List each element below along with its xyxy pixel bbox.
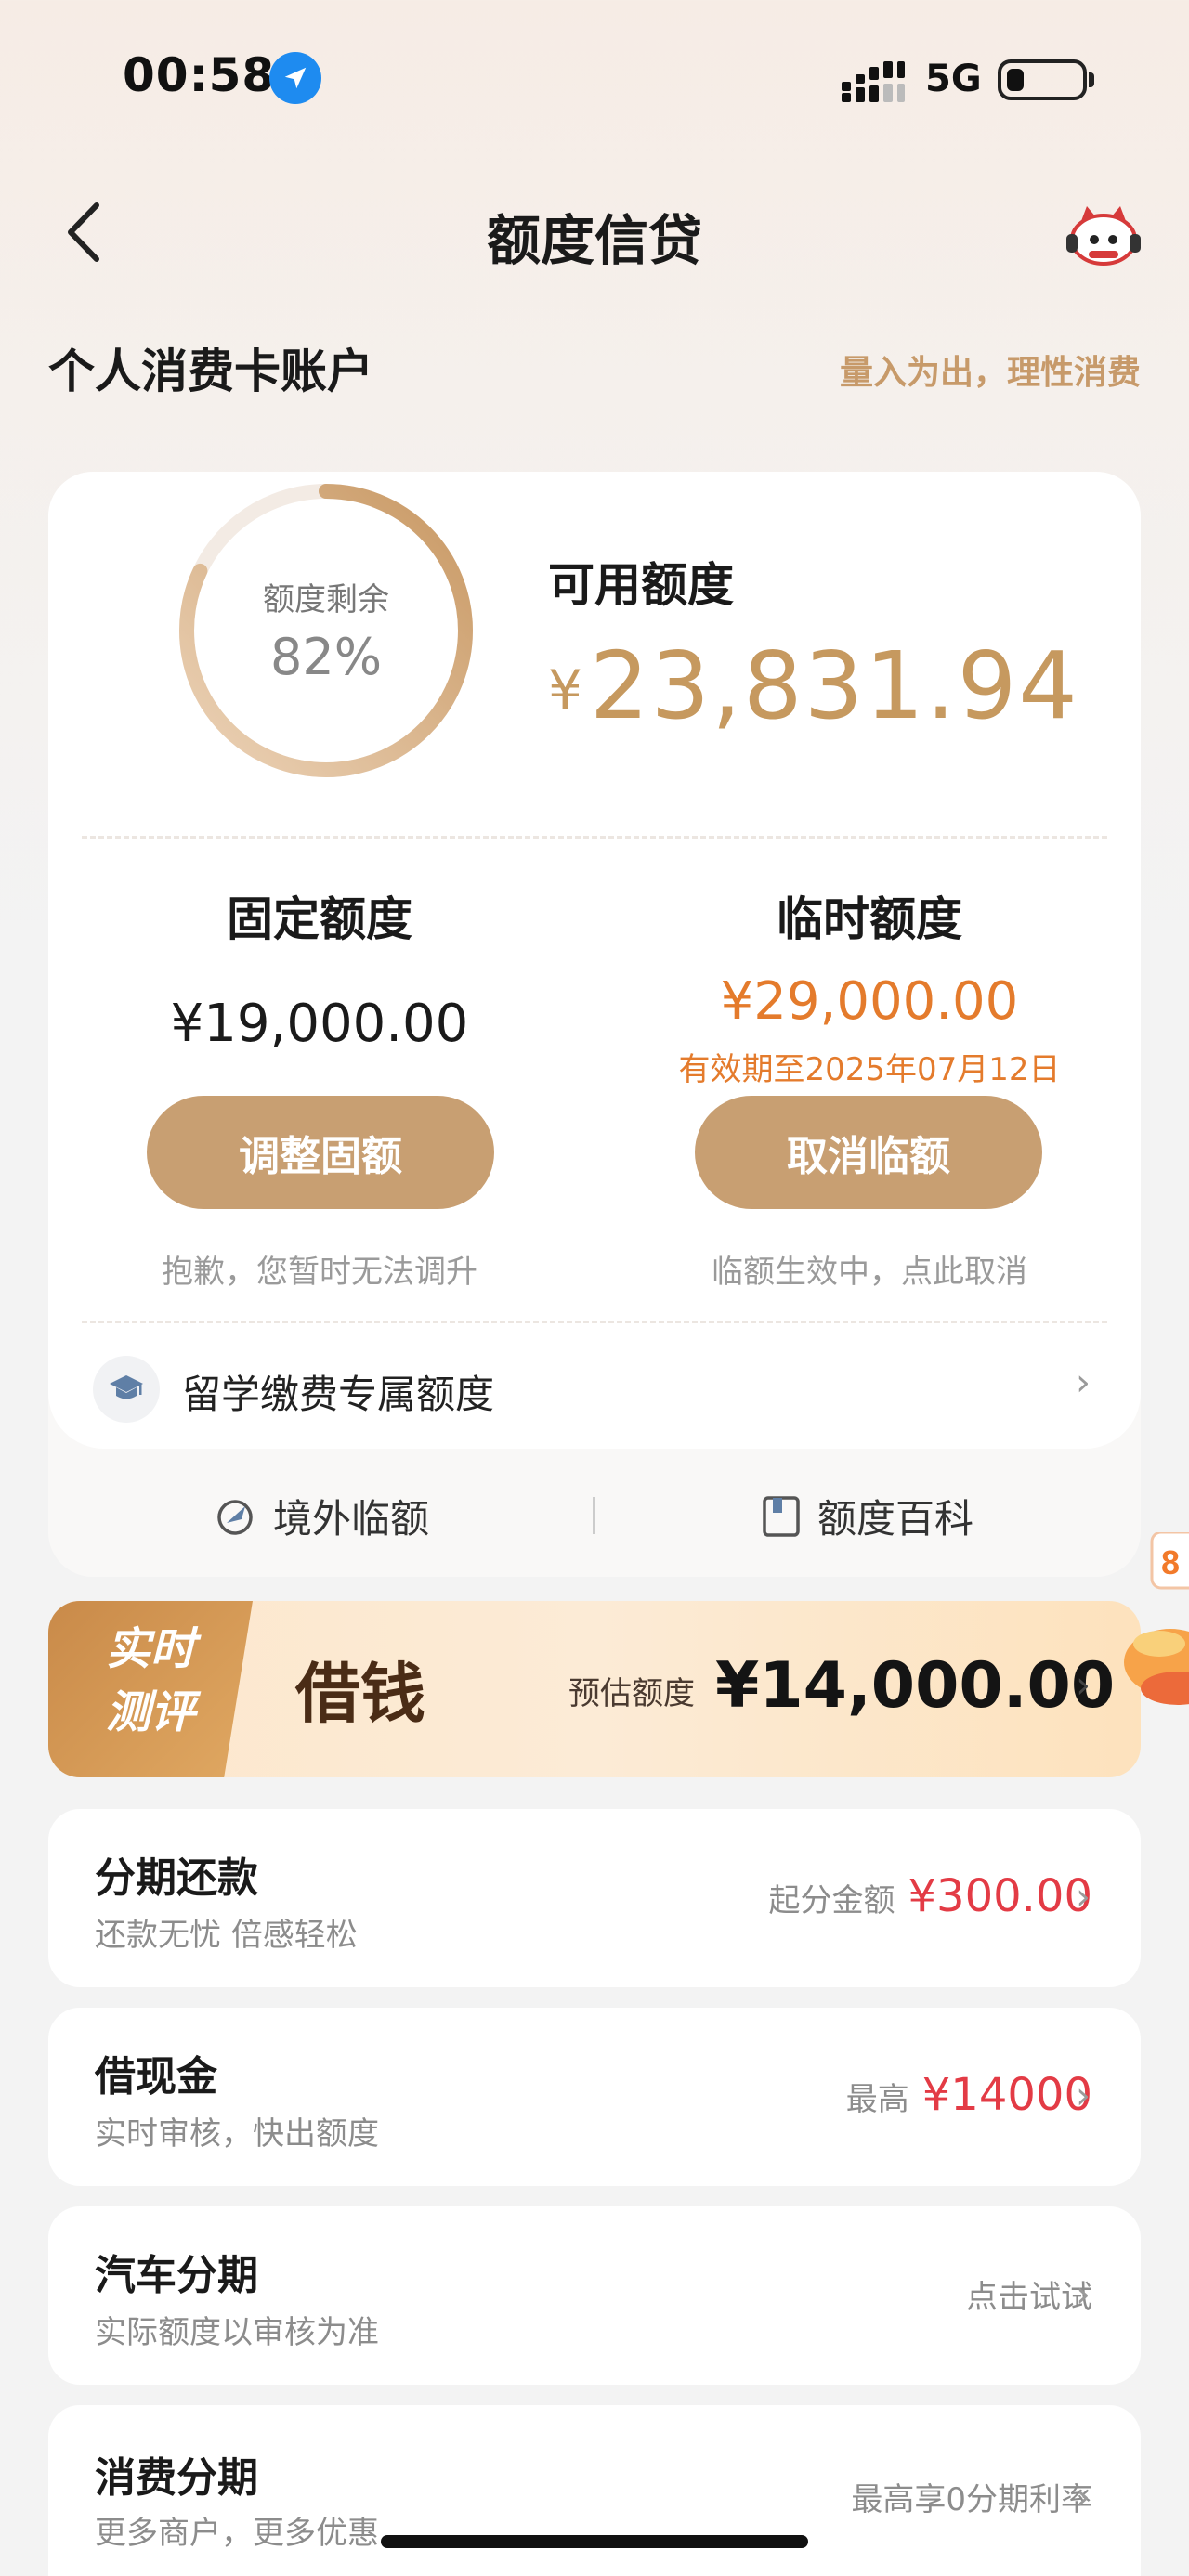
divider [82, 836, 1107, 839]
list-item-right-value: ¥300.00 [908, 1870, 1093, 1922]
battery-icon [998, 59, 1094, 100]
home-indicator[interactable] [381, 2535, 808, 2548]
list-item-right-label: 点击试试 [966, 2279, 1092, 2316]
signal-strength-icon [842, 61, 905, 102]
chevron-right-icon[interactable]: › [1076, 2273, 1091, 2316]
chevron-right-icon[interactable]: › [1076, 1664, 1091, 1707]
adjust-fixed-limit-button[interactable]: 调整固额 [147, 1096, 494, 1209]
estimate-label: 预估额度 [568, 1675, 695, 1712]
account-section-title: 个人消费卡账户 [48, 345, 373, 398]
list-item-subtitle: 还款无忧 倍感轻松 [95, 1917, 358, 1954]
temp-limit-hint[interactable]: 临额生效中，点此取消 [628, 1246, 1111, 1292]
available-limit-amount: ¥23,831.94 [548, 631, 1079, 740]
list-item-title: 汽车分期 [95, 2252, 258, 2299]
currency-symbol: ¥ [548, 658, 584, 722]
list-item-right: 点击试试 [966, 2271, 1092, 2317]
limit-wiki-label: 额度百科 [817, 1496, 974, 1542]
temp-limit-amount: ¥29,000.00 [720, 971, 1019, 1032]
study-abroad-limit-link[interactable]: 留学缴费专属额度 [182, 1363, 494, 1420]
cancel-temp-limit-button[interactable]: 取消临额 [695, 1096, 1042, 1209]
page-title: 额度信贷 [486, 209, 702, 272]
estimate-amount: ¥14,000.00 [715, 1649, 1116, 1723]
borrow-title: 借钱 [295, 1655, 425, 1732]
graduation-cap-icon [93, 1356, 160, 1423]
remaining-percent: 82% [269, 628, 383, 686]
list-item-right-label: 最高 [845, 2081, 909, 2118]
fixed-limit-title: 固定额度 [227, 892, 412, 946]
list-item-right-label: 最高享0分期利率 [851, 2481, 1092, 2518]
gift-coins-icon[interactable]: 8 [1115, 1532, 1189, 1727]
list-item-subtitle: 实时审核，快出额度 [95, 2115, 379, 2153]
fixed-limit-amount: ¥19,000.00 [170, 994, 469, 1054]
list-item-right-value: ¥14000 [921, 2069, 1092, 2121]
tool-divider [593, 1497, 595, 1534]
temp-limit-title: 临时额度 [777, 892, 962, 946]
divider [82, 1321, 1107, 1323]
location-arrow-icon [269, 52, 321, 104]
svg-text:8: 8 [1161, 1543, 1180, 1581]
available-limit-label: 可用额度 [548, 558, 734, 612]
limit-wiki-button[interactable]: 额度百科 [762, 1488, 973, 1544]
slogan: 量入为出，理性消费 [839, 354, 1141, 392]
list-item-right: 最高 ¥14000 [846, 2069, 1092, 2121]
chevron-right-icon[interactable]: › [1076, 2476, 1091, 2518]
list-item-subtitle: 实际额度以审核为准 [95, 2314, 379, 2351]
chevron-right-icon[interactable]: › [1076, 1876, 1091, 1919]
assistant-mascot-icon[interactable] [1065, 197, 1143, 271]
temp-limit-expiry: 有效期至2025年07月12日 [678, 1051, 1061, 1088]
fixed-limit-hint: 抱歉，您暂时无法调升 [162, 1254, 477, 1291]
realtime-assessment-text: 实时 测评 [105, 1623, 195, 1738]
overseas-temp-limit-label: 境外临额 [273, 1496, 430, 1542]
status-time: 00:58 [123, 48, 276, 102]
list-item-title: 分期还款 [95, 1854, 258, 1902]
list-item-title: 消费分期 [95, 2454, 258, 2502]
network-type: 5G [925, 58, 982, 100]
list-item-title: 借现金 [95, 2053, 217, 2101]
list-item-right: 起分金额 ¥300.00 [769, 1870, 1093, 1922]
list-item-right: 最高享0分期利率 [851, 2474, 1092, 2519]
chevron-right-icon[interactable]: › [1076, 1361, 1091, 1404]
overseas-temp-limit-button[interactable]: 境外临额 [214, 1488, 429, 1544]
chevron-right-icon[interactable]: › [1076, 2075, 1091, 2117]
book-icon [763, 1495, 800, 1537]
available-amount-value: 23,831.94 [589, 631, 1079, 740]
list-item-right-label: 起分金额 [768, 1882, 895, 1919]
remaining-label: 额度剩余 [263, 581, 389, 618]
list-item-subtitle: 更多商户，更多优惠 [95, 2515, 379, 2552]
globe-plane-icon [217, 1499, 253, 1535]
